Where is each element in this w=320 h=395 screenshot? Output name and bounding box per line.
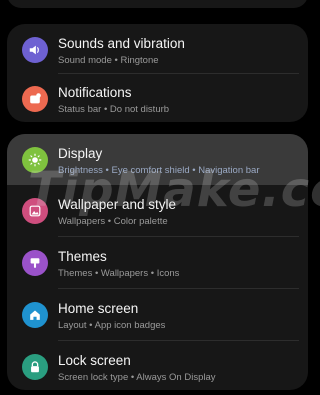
- image-icon: [22, 198, 48, 224]
- home-icon: [22, 302, 48, 328]
- settings-item-wallpaper-style[interactable]: Wallpaper and style Wallpapers • Color p…: [7, 185, 308, 236]
- settings-group-sound-notifications: Sounds and vibration Sound mode • Ringto…: [7, 24, 308, 122]
- settings-item-lock-screen[interactable]: Lock screen Screen lock type • Always On…: [7, 341, 308, 390]
- speaker-icon: [22, 37, 48, 63]
- settings-item-title: Notifications: [58, 85, 132, 100]
- settings-item-notifications[interactable]: Notifications Status bar • Do not distur…: [7, 73, 308, 122]
- settings-item-title: Sounds and vibration: [58, 36, 185, 51]
- settings-item-subtitle: Brightness • Eye comfort shield • Naviga…: [58, 165, 260, 176]
- previous-settings-group: [7, 0, 308, 8]
- settings-item-display[interactable]: Display Brightness • Eye comfort shield …: [7, 134, 308, 185]
- sun-icon: [22, 147, 48, 173]
- settings-item-subtitle: Status bar • Do not disturb: [58, 104, 170, 115]
- settings-item-home-screen[interactable]: Home screen Layout • App icon badges: [7, 289, 308, 340]
- settings-item-title: Home screen: [58, 301, 139, 316]
- settings-item-title: Lock screen: [58, 353, 131, 368]
- brush-icon: [22, 250, 48, 276]
- settings-item-title: Wallpaper and style: [58, 197, 177, 212]
- settings-item-subtitle: Layout • App icon badges: [58, 320, 166, 331]
- settings-group-display-style: Display Brightness • Eye comfort shield …: [7, 134, 308, 390]
- settings-item-subtitle: Wallpapers • Color palette: [58, 216, 168, 227]
- settings-item-title: Themes: [58, 249, 107, 264]
- settings-item-sounds-vibration[interactable]: Sounds and vibration Sound mode • Ringto…: [7, 24, 308, 78]
- notification-icon: [22, 86, 48, 112]
- settings-item-title: Display: [58, 146, 103, 161]
- settings-item-subtitle: Themes • Wallpapers • Icons: [58, 268, 180, 279]
- lock-icon: [22, 354, 48, 380]
- settings-item-subtitle: Screen lock type • Always On Display: [58, 372, 216, 383]
- settings-item-themes[interactable]: Themes Themes • Wallpapers • Icons: [7, 237, 308, 288]
- settings-item-subtitle: Sound mode • Ringtone: [58, 55, 159, 66]
